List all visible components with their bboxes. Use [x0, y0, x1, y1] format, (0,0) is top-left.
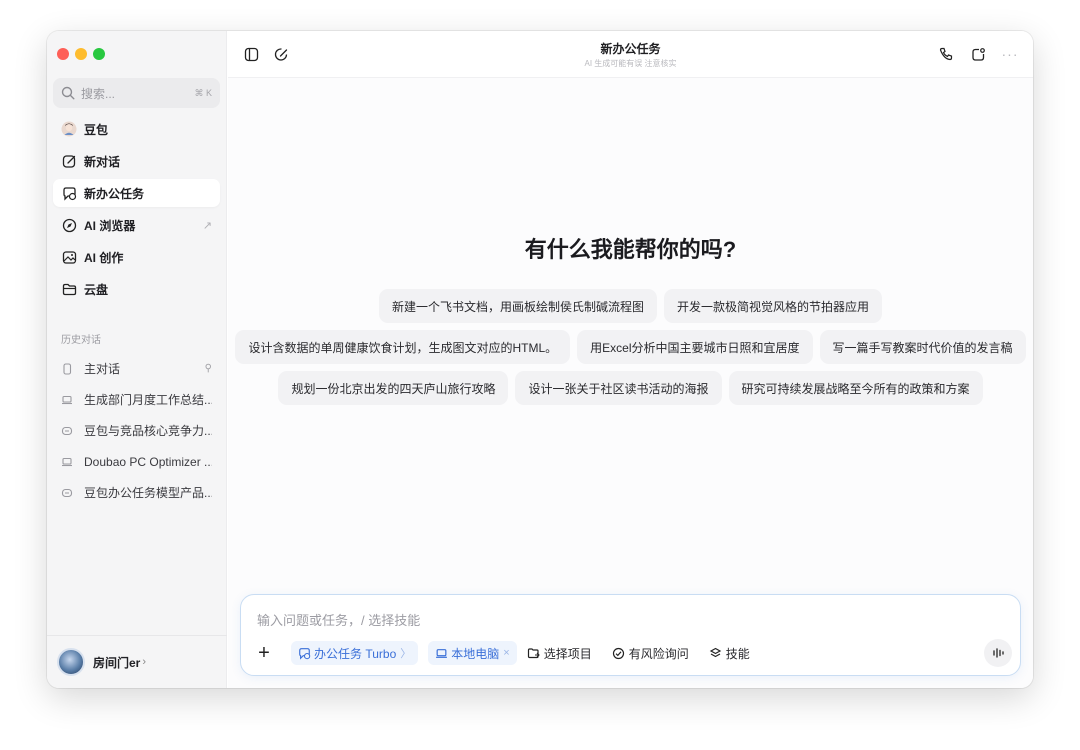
share-icon[interactable]: [969, 45, 987, 63]
suggestion-chip[interactable]: 研究可持续发展战略至今所有的政策和方案: [728, 371, 983, 405]
chat-bubble-icon: [61, 486, 75, 500]
avatar: [57, 648, 85, 676]
remove-tag-icon[interactable]: ×: [503, 647, 509, 659]
main-panel: 新办公任务 AI 生成可能有误 注意核实 ··· 有什么我能帮你的吗? 新建一个…: [228, 31, 1033, 688]
laptop-icon: [61, 455, 75, 469]
select-project-button[interactable]: 选择项目: [527, 645, 592, 662]
phone-call-icon[interactable]: [937, 45, 955, 63]
waveform-icon: [993, 648, 1004, 658]
more-options-icon[interactable]: ···: [1001, 45, 1019, 63]
phone-icon: [61, 362, 75, 376]
minimize-window-button[interactable]: [75, 48, 87, 60]
project-icon: [527, 647, 540, 660]
sidebar: 搜索... ⌘ K 豆包 新对话 新办公任务 AI 浏览器 ↗ AI 创作 云盘…: [47, 31, 227, 688]
close-window-button[interactable]: [57, 48, 69, 60]
history-list: 主对话 ⚲ 生成部门月度工作总结... 豆包与竞品核心竞争力... Doubao…: [53, 353, 220, 508]
doubao-avatar-icon: [61, 121, 77, 137]
suggestion-chip[interactable]: 用Excel分析中国主要城市日照和宜居度: [577, 330, 813, 364]
history-item[interactable]: 豆包办公任务模型产品...: [53, 477, 220, 508]
search-shortcut: ⌘ K: [194, 87, 212, 98]
sidebar-item-new-chat[interactable]: 新对话: [53, 147, 220, 175]
suggestion-chip[interactable]: 开发一款极简视觉风格的节拍器应用: [664, 289, 883, 323]
new-chat-icon: [61, 153, 77, 169]
check-circle-icon: [612, 647, 625, 660]
search-input[interactable]: 搜索... ⌘ K: [53, 78, 220, 108]
history-item[interactable]: 生成部门月度工作总结...: [53, 384, 220, 415]
search-icon: [61, 86, 75, 100]
suggestion-row: 设计含数据的单周健康饮食计划，生成图文对应的HTML。 用Excel分析中国主要…: [228, 330, 1033, 364]
sidebar-item-ai-create[interactable]: AI 创作: [53, 243, 220, 271]
image-icon: [61, 249, 77, 265]
zoom-window-button[interactable]: [93, 48, 105, 60]
chat-bubble-icon: [61, 424, 75, 438]
composer: 输入问题或任务，/ 选择技能 + 办公任务 Turbo 〉 本地电脑 × 选择项…: [240, 594, 1021, 676]
suggestion-row: 新建一个飞书文档，用画板绘制侯氏制碱流程图 开发一款极简视觉风格的节拍器应用: [228, 289, 1033, 323]
sidebar-item-office-task[interactable]: 新办公任务: [53, 179, 220, 207]
suggestion-chip[interactable]: 规划一份北京出发的四天庐山旅行攻略: [278, 371, 509, 405]
skills-button[interactable]: 技能: [709, 645, 750, 662]
office-task-icon: [298, 647, 311, 660]
chevron-right-icon: ›: [142, 656, 147, 668]
laptop-icon: [61, 393, 75, 407]
suggestion-chip[interactable]: 写一篇手写教案时代价值的发言稿: [819, 330, 1026, 364]
voice-input-button[interactable]: [984, 639, 1012, 667]
welcome-headline: 有什么我能帮你的吗?: [524, 237, 737, 262]
folder-icon: [61, 281, 77, 297]
compass-icon: [61, 217, 77, 233]
chevron-right-icon: 〉: [400, 648, 412, 660]
message-input[interactable]: 输入问题或任务，/ 选择技能: [257, 610, 420, 629]
suggestion-row: 规划一份北京出发的四天庐山旅行攻略 设计一张关于社区读书活动的海报 研究可持续发…: [228, 371, 1033, 405]
sidebar-item-cloud-drive[interactable]: 云盘: [53, 275, 220, 303]
window-controls: [57, 48, 105, 60]
user-name: 房间门er: [93, 655, 141, 670]
external-link-icon: ↗: [202, 219, 212, 232]
composer-toolbar: + 办公任务 Turbo 〉 本地电脑 × 选择项目 有风险询问 技能: [253, 640, 770, 666]
office-task-icon: [61, 185, 77, 201]
sidebar-item-doubao[interactable]: 豆包: [53, 115, 220, 143]
history-item-main-chat[interactable]: 主对话 ⚲: [53, 353, 220, 384]
risk-ask-toggle[interactable]: 有风险询问: [612, 645, 689, 662]
page-subtitle: AI 生成可能有误 注意核实: [584, 59, 677, 68]
mode-selector[interactable]: 办公任务 Turbo 〉: [291, 641, 419, 665]
top-bar: 新办公任务 AI 生成可能有误 注意核实 ···: [228, 31, 1033, 78]
sidebar-item-ai-browser[interactable]: AI 浏览器 ↗: [53, 211, 220, 239]
suggestion-chips: 新建一个飞书文档，用画板绘制侯氏制碱流程图 开发一款极简视觉风格的节拍器应用 设…: [228, 289, 1033, 412]
suggestion-chip[interactable]: 设计含数据的单周健康饮食计划，生成图文对应的HTML。: [235, 330, 571, 364]
pin-icon[interactable]: ⚲: [205, 363, 212, 374]
history-heading: 历史对话: [61, 335, 101, 346]
device-selector[interactable]: 本地电脑 ×: [428, 641, 517, 665]
history-item[interactable]: Doubao PC Optimizer ...: [53, 446, 220, 477]
page-title: 新办公任务: [600, 42, 661, 56]
search-placeholder: 搜索...: [81, 86, 116, 101]
suggestion-chip[interactable]: 新建一个飞书文档，用画板绘制侯氏制碱流程图: [378, 289, 657, 323]
sidebar-nav: 豆包 新对话 新办公任务 AI 浏览器 ↗ AI 创作 云盘: [53, 115, 220, 307]
history-item[interactable]: 豆包与竞品核心竞争力...: [53, 415, 220, 446]
skills-icon: [709, 647, 722, 660]
app-window: 搜索... ⌘ K 豆包 新对话 新办公任务 AI 浏览器 ↗ AI 创作 云盘…: [47, 31, 1033, 688]
add-attachment-button[interactable]: +: [253, 642, 275, 664]
user-profile[interactable]: 房间门er ›: [47, 635, 227, 688]
laptop-icon: [435, 647, 448, 660]
suggestion-chip[interactable]: 设计一张关于社区读书活动的海报: [515, 371, 722, 405]
